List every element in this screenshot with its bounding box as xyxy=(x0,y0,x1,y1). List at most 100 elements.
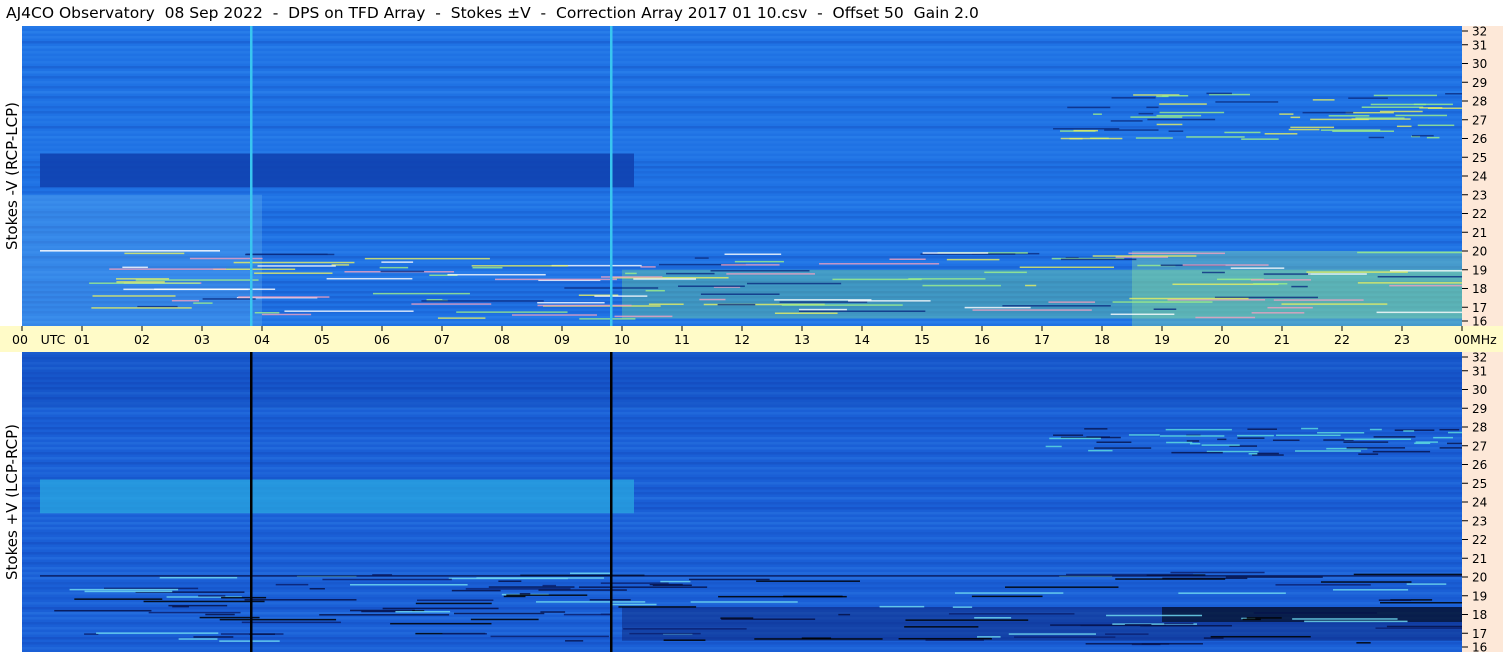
noise-band xyxy=(22,517,1462,520)
signal-streak xyxy=(625,272,637,275)
top-frequency-axis: 32 31 30 29 28 27 26 25 24 23 22 21 20 19 18 17 16 xyxy=(1462,26,1503,326)
top-frequency-axis-svg: 3231 30 29 28 27 26 25 24 23 22 21 20 19 18 1716 xyxy=(1462,26,1487,326)
signal-streak xyxy=(948,613,1075,615)
interference-line xyxy=(40,575,1462,577)
noise-band xyxy=(22,66,1462,69)
signal-streak xyxy=(148,611,241,614)
signal-streak xyxy=(1301,427,1319,430)
noise-band xyxy=(22,532,1462,535)
noise-band xyxy=(22,467,1462,470)
signal-streak xyxy=(1147,118,1216,121)
frequency-tick-label: 19 xyxy=(1472,263,1487,277)
signal-streak xyxy=(629,632,701,635)
signal-streak xyxy=(1403,430,1415,432)
signal-streak xyxy=(1156,114,1202,117)
frequency-tick-label: 22 xyxy=(1472,533,1487,547)
signal-streak xyxy=(1203,637,1224,639)
signal-streak xyxy=(74,598,163,600)
frequency-tick-label: 16 xyxy=(1472,641,1487,653)
frequency-tick-label: 20 xyxy=(1472,245,1487,259)
signal-streak xyxy=(1251,312,1305,314)
signal-streak xyxy=(1092,255,1197,257)
signal-streak xyxy=(1358,453,1379,455)
signal-streak xyxy=(1241,138,1279,140)
signal-streak xyxy=(92,295,176,297)
bottom-spectrogram xyxy=(22,352,1462,652)
signal-streak xyxy=(1045,445,1062,448)
signal-streak xyxy=(372,292,470,295)
signal-streak xyxy=(390,622,492,625)
signal-streak xyxy=(1085,643,1203,645)
signal-streak xyxy=(1048,301,1096,303)
signal-streak xyxy=(416,599,494,602)
signal-streak xyxy=(275,583,309,586)
noise-band xyxy=(22,126,1462,129)
bottom-panel-ylabel: Stokes +V (LCP-RCP) xyxy=(0,352,24,652)
signal-streak xyxy=(1130,116,1183,118)
noise-band xyxy=(22,412,1462,415)
signal-streak xyxy=(1128,252,1225,255)
frequency-tick-label: 17 xyxy=(1472,301,1487,315)
noise-band xyxy=(22,552,1462,555)
signal-streak xyxy=(946,258,1000,261)
noise-band xyxy=(22,136,1462,139)
signal-streak xyxy=(1159,111,1225,114)
signal-streak xyxy=(1206,92,1232,95)
signal-streak xyxy=(977,636,1001,638)
frequency-tick-label: 26 xyxy=(1472,458,1487,472)
signal-streak xyxy=(565,640,584,642)
signal-streak xyxy=(1328,115,1370,117)
noise-band xyxy=(22,462,1462,465)
signal-streak xyxy=(1312,99,1335,101)
noise-band xyxy=(22,452,1462,455)
signal-streak xyxy=(1396,125,1412,128)
signal-streak xyxy=(69,588,179,591)
frequency-tick-label: 31 xyxy=(1472,364,1487,378)
noise-band xyxy=(22,417,1462,420)
signal-streak xyxy=(1369,428,1382,431)
top-panel-ylabel: Stokes -V (RCP-LCP) xyxy=(0,26,24,326)
signal-streak xyxy=(542,584,557,587)
signal-streak xyxy=(1111,97,1156,99)
signal-streak xyxy=(618,606,697,608)
signal-streak xyxy=(1104,129,1159,131)
signal-streak xyxy=(1291,285,1308,288)
signal-streak xyxy=(447,273,546,276)
dark-band xyxy=(40,153,634,188)
signal-streak xyxy=(116,281,165,283)
noise-band xyxy=(22,567,1462,570)
signal-streak xyxy=(974,617,1012,619)
signal-streak xyxy=(1105,633,1149,635)
signal-streak xyxy=(379,266,409,269)
signal-streak xyxy=(694,257,709,259)
noise-band xyxy=(22,642,1462,645)
signal-streak xyxy=(579,318,636,320)
frequency-tick-label: 21 xyxy=(1472,552,1487,566)
signal-streak xyxy=(1005,586,1119,588)
vertical-marker-line xyxy=(610,352,613,652)
signal-streak xyxy=(193,636,234,638)
signal-streak xyxy=(678,285,745,287)
signal-streak xyxy=(726,273,815,275)
signal-streak xyxy=(611,603,657,606)
signal-streak xyxy=(540,611,566,613)
signal-streak xyxy=(889,258,926,260)
signal-streak xyxy=(1110,120,1143,122)
noise-band xyxy=(22,26,1462,29)
time-tick-label: 07 xyxy=(434,332,450,347)
time-tick-label: 13 xyxy=(794,332,810,347)
signal-streak xyxy=(1106,614,1203,617)
signal-streak xyxy=(1242,618,1261,621)
signal-streak xyxy=(922,252,989,254)
time-tick-label: 15 xyxy=(914,332,930,347)
signal-streak xyxy=(1406,583,1447,585)
time-tick-label: 09 xyxy=(554,332,570,347)
signal-streak xyxy=(456,311,568,313)
signal-streak xyxy=(905,619,1029,621)
signal-streak xyxy=(1073,129,1098,132)
signal-streak xyxy=(506,594,588,596)
signal-streak xyxy=(1276,434,1341,437)
signal-streak xyxy=(472,266,503,269)
signal-streak xyxy=(1348,97,1388,99)
noise-band xyxy=(22,31,1462,34)
